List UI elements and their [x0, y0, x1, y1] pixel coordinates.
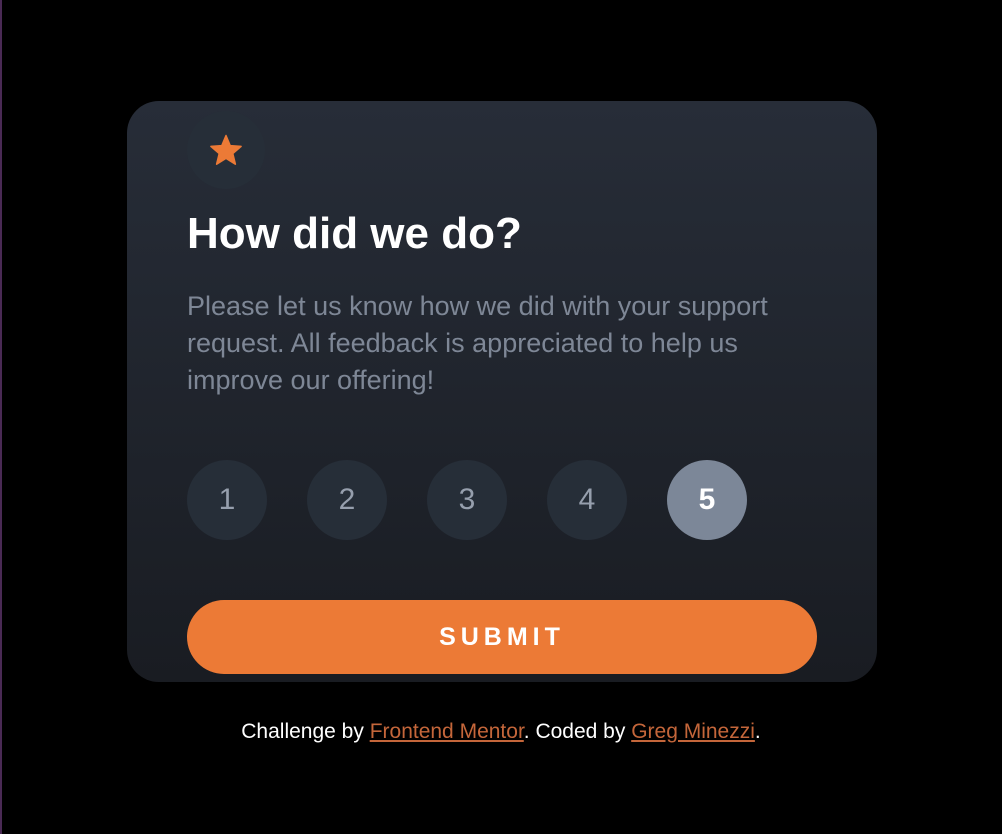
star-badge — [187, 111, 265, 189]
rating-options: 1 2 3 4 5 — [187, 460, 747, 540]
attribution-prefix: Challenge by — [241, 720, 370, 743]
author-link[interactable]: Greg Minezzi — [631, 720, 755, 743]
rating-3-button[interactable]: 3 — [427, 460, 507, 540]
frontend-mentor-link[interactable]: Frontend Mentor — [370, 720, 524, 743]
attribution: Challenge by Frontend Mentor. Coded by G… — [0, 720, 1002, 744]
submit-button[interactable]: SUBMIT — [187, 600, 817, 674]
rating-card: How did we do? Please let us know how we… — [127, 101, 877, 682]
star-icon — [210, 134, 242, 165]
card-description: Please let us know how we did with your … — [187, 291, 768, 395]
rating-2-button[interactable]: 2 — [307, 460, 387, 540]
rating-4-button[interactable]: 4 — [547, 460, 627, 540]
rating-5-button[interactable]: 5 — [667, 460, 747, 540]
attribution-suffix: . — [754, 720, 761, 743]
card-title: How did we do? — [187, 209, 522, 258]
attribution-middle: . Coded by — [523, 720, 632, 743]
rating-1-button[interactable]: 1 — [187, 460, 267, 540]
window-edge — [0, 0, 2, 834]
